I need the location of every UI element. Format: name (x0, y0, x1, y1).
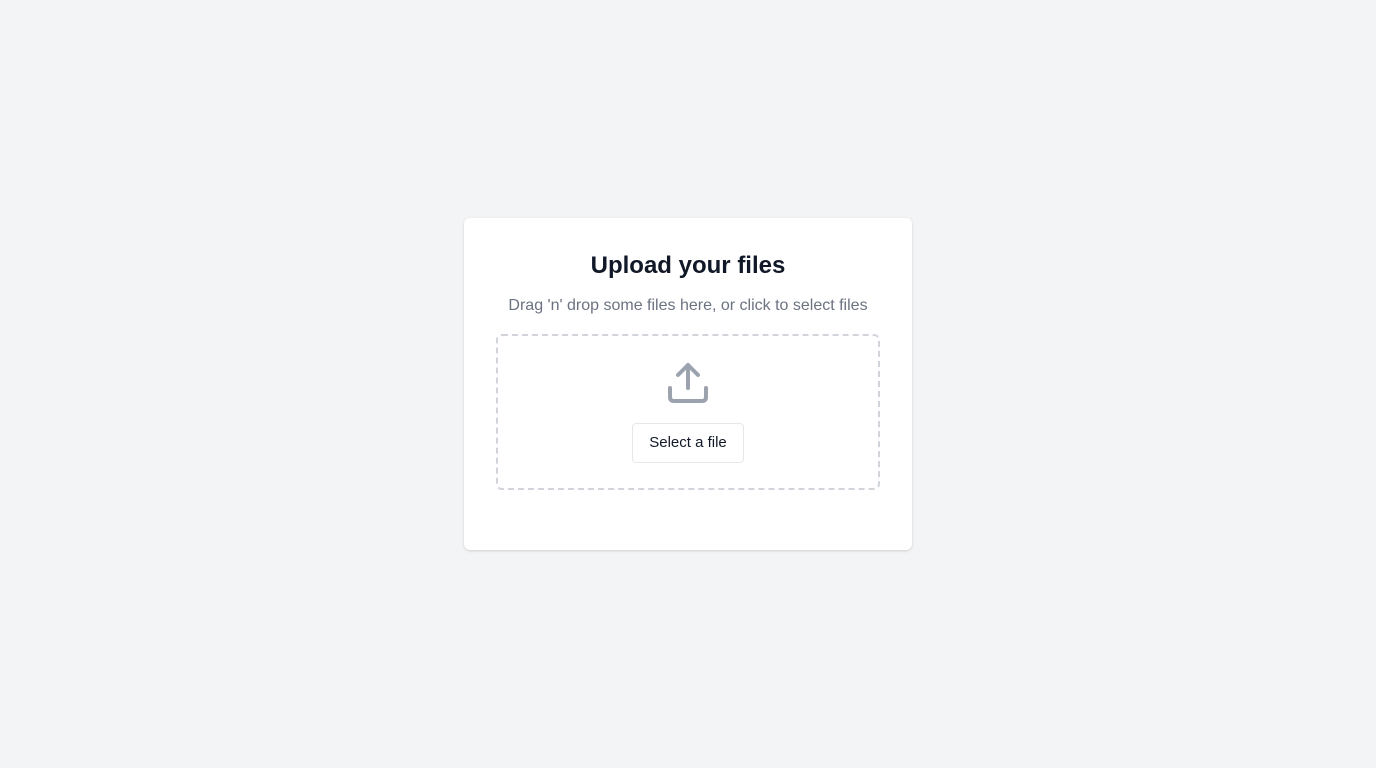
select-file-button[interactable]: Select a file (632, 423, 744, 463)
upload-icon (666, 361, 710, 405)
file-dropzone[interactable]: Select a file (496, 334, 880, 490)
upload-instructions: Drag 'n' drop some files here, or click … (508, 297, 868, 314)
upload-card: Upload your files Drag 'n' drop some fil… (464, 218, 912, 550)
page-title: Upload your files (590, 252, 786, 279)
